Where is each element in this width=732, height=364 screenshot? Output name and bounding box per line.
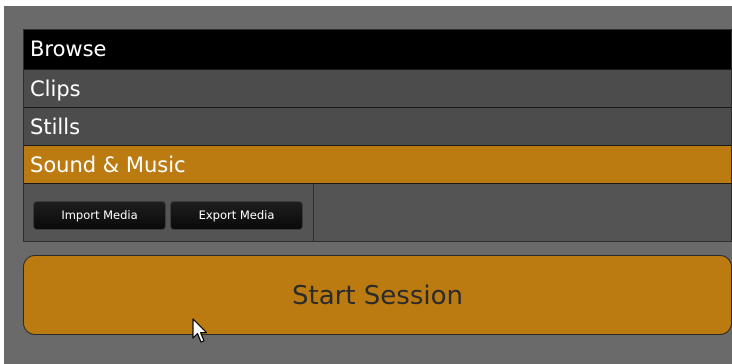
list-item-clips[interactable]: Clips [24,69,731,107]
media-toolbar: Import Media Export Media [24,184,314,241]
start-session-button[interactable]: Start Session [23,255,732,335]
app-window: Browse Clips Stills Sound & Music Import… [4,6,732,364]
mouse-pointer-icon [192,318,208,343]
export-media-button[interactable]: Export Media [170,201,303,230]
import-media-button[interactable]: Import Media [33,201,166,230]
list-item-stills[interactable]: Stills [24,107,731,145]
browse-header: Browse [24,30,731,69]
media-browser-panel: Browse Clips Stills Sound & Music Import… [23,29,732,242]
list-item-sound-music[interactable]: Sound & Music [24,145,731,184]
